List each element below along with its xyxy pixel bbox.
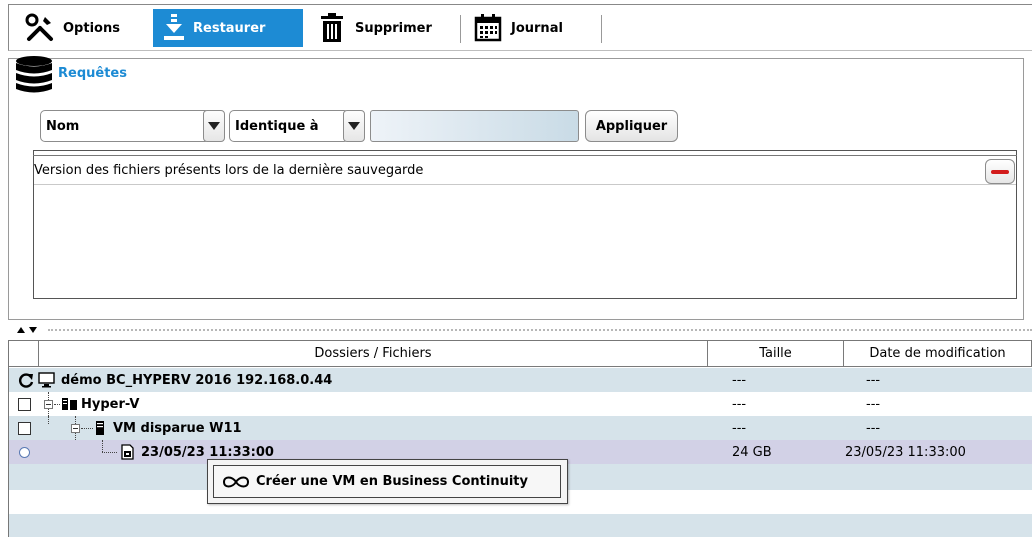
journal-label: Journal <box>511 20 563 36</box>
server-icon <box>62 398 77 410</box>
database-icon <box>14 55 54 95</box>
row-size: --- <box>732 396 747 412</box>
field-dropdown-button[interactable] <box>203 110 225 142</box>
row-size: --- <box>732 372 747 388</box>
toolbar-separator <box>601 15 602 43</box>
row-date: --- <box>866 420 881 436</box>
queries-list-header <box>33 150 1017 156</box>
row-size: --- <box>732 420 747 436</box>
restore-label: Restaurer <box>193 20 266 36</box>
row-checkbox[interactable] <box>18 398 31 411</box>
toolbar: Options Restaurer Supprimer Journal <box>8 4 1032 51</box>
row-date: 23/05/23 11:33:00 <box>845 444 966 460</box>
row-date: --- <box>866 396 881 412</box>
row-name: VM disparue W11 <box>113 420 242 436</box>
header-name[interactable]: Dossiers / Fichiers <box>39 341 708 367</box>
row-date: --- <box>866 372 881 388</box>
operator-select[interactable]: Identique à <box>229 110 349 142</box>
refresh-icon[interactable] <box>18 372 34 388</box>
splitter-grip <box>48 329 1032 331</box>
options-button[interactable]: Options <box>23 9 153 47</box>
restore-button[interactable]: Restaurer <box>153 9 303 47</box>
table-row[interactable]: démo BC_HYPERV 2016 192.168.0.44 --- --- <box>9 368 1032 392</box>
query-row-label: Version des fichiers présents lors de la… <box>34 163 424 178</box>
row-name: démo BC_HYPERV 2016 192.168.0.44 <box>61 372 333 388</box>
table-row-empty <box>9 514 1032 537</box>
apply-button[interactable]: Appliquer <box>585 110 678 142</box>
row-checkbox[interactable] <box>18 422 31 435</box>
queries-title: Requêtes <box>58 66 127 81</box>
trash-icon <box>315 11 349 45</box>
tools-icon <box>23 11 57 45</box>
calendar-icon <box>471 11 505 45</box>
field-select-value: Nom <box>46 118 80 134</box>
journal-button[interactable]: Journal <box>471 9 599 47</box>
panel-splitter[interactable] <box>8 323 1032 335</box>
header-date[interactable]: Date de modification <box>844 341 1032 367</box>
remove-query-button[interactable] <box>985 159 1015 184</box>
operator-dropdown-button[interactable] <box>343 110 365 142</box>
header-size[interactable]: Taille <box>708 341 844 367</box>
create-bc-vm-menu-item[interactable]: Créer une VM en Business Continuity <box>213 465 561 498</box>
vm-icon <box>96 421 104 435</box>
delete-button[interactable]: Supprimer <box>315 9 455 47</box>
tree-line <box>54 404 60 405</box>
computer-icon <box>38 372 55 388</box>
download-icon <box>161 11 187 45</box>
tree-line <box>102 452 117 453</box>
table-row[interactable]: VM disparue W11 --- --- <box>9 416 1032 440</box>
toolbar-separator <box>460 15 461 43</box>
query-row[interactable]: Version des fichiers présents lors de la… <box>34 157 1016 185</box>
snapshot-icon <box>121 444 134 460</box>
row-size: 24 GB <box>732 444 772 460</box>
tree-line <box>48 416 49 424</box>
row-radio[interactable] <box>19 447 30 458</box>
tree-line <box>102 440 103 452</box>
field-select[interactable]: Nom <box>40 110 210 142</box>
options-label: Options <box>63 20 120 36</box>
table-row[interactable]: Hyper-V --- --- <box>9 392 1032 416</box>
operator-select-value: Identique à <box>235 118 319 134</box>
collapse-icon[interactable] <box>44 400 53 409</box>
infinity-icon <box>222 476 250 487</box>
row-name: Hyper-V <box>81 396 140 412</box>
tree-line <box>81 428 93 429</box>
splitter-arrows-icon[interactable] <box>16 326 42 334</box>
create-bc-vm-label: Créer une VM en Business Continuity <box>256 474 528 489</box>
collapse-icon[interactable] <box>71 424 80 433</box>
value-input[interactable] <box>370 110 579 142</box>
header-select <box>9 341 39 367</box>
delete-label: Supprimer <box>355 20 432 36</box>
